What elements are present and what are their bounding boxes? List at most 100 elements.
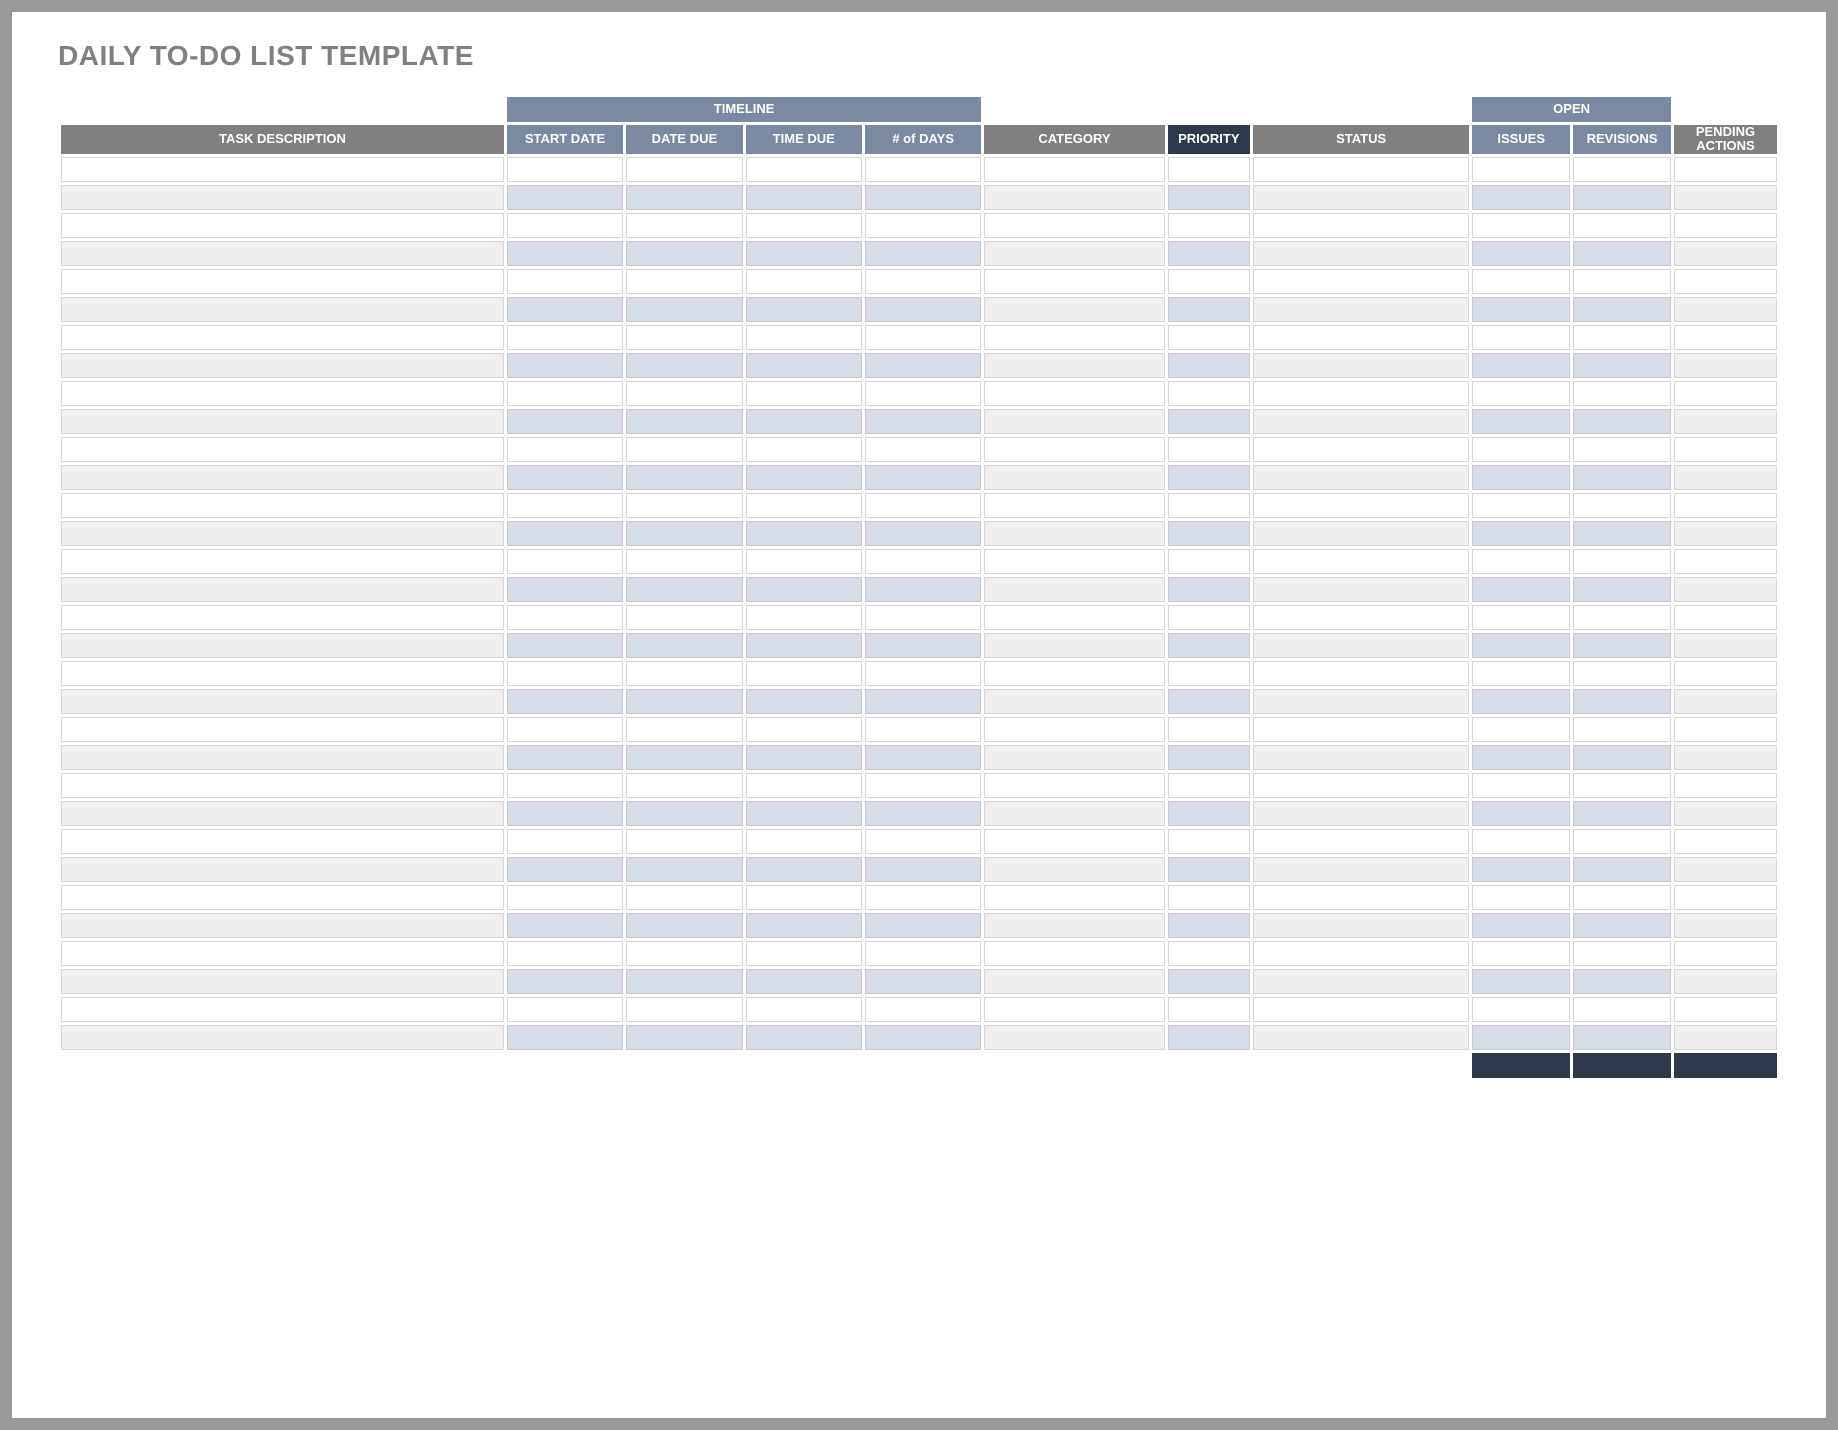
cell[interactable] (1168, 605, 1250, 630)
cell[interactable] (984, 465, 1164, 490)
cell[interactable] (507, 577, 623, 602)
cell[interactable] (984, 745, 1164, 770)
cell[interactable] (1573, 997, 1671, 1022)
cell[interactable] (865, 409, 981, 434)
cell[interactable] (626, 465, 742, 490)
cell[interactable] (1253, 885, 1469, 910)
cell[interactable] (865, 549, 981, 574)
cell[interactable] (984, 437, 1164, 462)
cell[interactable] (746, 409, 862, 434)
cell[interactable] (1168, 297, 1250, 322)
cell[interactable] (1253, 437, 1469, 462)
cell[interactable] (626, 325, 742, 350)
cell[interactable] (1573, 269, 1671, 294)
cell[interactable] (507, 353, 623, 378)
cell[interactable] (1674, 717, 1777, 742)
cell[interactable] (507, 269, 623, 294)
cell[interactable] (507, 745, 623, 770)
cell[interactable] (626, 577, 742, 602)
cell[interactable] (507, 521, 623, 546)
cell[interactable] (1674, 857, 1777, 882)
cell[interactable] (61, 857, 504, 882)
cell[interactable] (1168, 633, 1250, 658)
cell[interactable] (865, 717, 981, 742)
cell[interactable] (61, 745, 504, 770)
cell[interactable] (61, 297, 504, 322)
cell[interactable] (865, 829, 981, 854)
cell[interactable] (507, 857, 623, 882)
cell[interactable] (1674, 941, 1777, 966)
cell[interactable] (1168, 577, 1250, 602)
cell[interactable] (1674, 297, 1777, 322)
cell[interactable] (1674, 437, 1777, 462)
cell[interactable] (507, 297, 623, 322)
cell[interactable] (1674, 605, 1777, 630)
cell[interactable] (865, 521, 981, 546)
cell[interactable] (626, 913, 742, 938)
cell[interactable] (1674, 241, 1777, 266)
cell[interactable] (61, 661, 504, 686)
cell[interactable] (984, 885, 1164, 910)
cell[interactable] (1253, 745, 1469, 770)
cell[interactable] (1573, 549, 1671, 574)
cell[interactable] (984, 689, 1164, 714)
cell[interactable] (61, 521, 504, 546)
cell[interactable] (865, 885, 981, 910)
cell[interactable] (507, 689, 623, 714)
cell[interactable] (865, 325, 981, 350)
cell[interactable] (1472, 1025, 1570, 1050)
cell[interactable] (61, 689, 504, 714)
cell[interactable] (1472, 829, 1570, 854)
cell[interactable] (507, 157, 623, 182)
cell[interactable] (984, 241, 1164, 266)
cell[interactable] (984, 857, 1164, 882)
cell[interactable] (1472, 913, 1570, 938)
cell[interactable] (1674, 157, 1777, 182)
cell[interactable] (1674, 661, 1777, 686)
cell[interactable] (61, 465, 504, 490)
cell[interactable] (865, 661, 981, 686)
cell[interactable] (1472, 493, 1570, 518)
cell[interactable] (1472, 325, 1570, 350)
cell[interactable] (61, 381, 504, 406)
cell[interactable] (1573, 969, 1671, 994)
cell[interactable] (1472, 185, 1570, 210)
cell[interactable] (746, 381, 862, 406)
cell[interactable] (507, 997, 623, 1022)
cell[interactable] (984, 913, 1164, 938)
cell[interactable] (1168, 409, 1250, 434)
cell[interactable] (626, 353, 742, 378)
cell[interactable] (626, 241, 742, 266)
cell[interactable] (61, 969, 504, 994)
cell[interactable] (1674, 745, 1777, 770)
cell[interactable] (1253, 829, 1469, 854)
cell[interactable] (1168, 801, 1250, 826)
cell[interactable] (746, 353, 862, 378)
cell[interactable] (1168, 857, 1250, 882)
cell[interactable] (984, 829, 1164, 854)
cell[interactable] (1168, 997, 1250, 1022)
cell[interactable] (984, 549, 1164, 574)
cell[interactable] (865, 913, 981, 938)
cell[interactable] (1573, 521, 1671, 546)
cell[interactable] (746, 941, 862, 966)
cell[interactable] (1573, 1025, 1671, 1050)
cell[interactable] (61, 185, 504, 210)
cell[interactable] (1674, 409, 1777, 434)
cell[interactable] (61, 437, 504, 462)
cell[interactable] (507, 801, 623, 826)
cell[interactable] (865, 577, 981, 602)
cell[interactable] (507, 381, 623, 406)
cell[interactable] (626, 969, 742, 994)
cell[interactable] (1573, 465, 1671, 490)
cell[interactable] (1472, 353, 1570, 378)
cell[interactable] (1253, 1025, 1469, 1050)
cell[interactable] (1168, 913, 1250, 938)
cell[interactable] (1674, 577, 1777, 602)
cell[interactable] (1253, 633, 1469, 658)
cell[interactable] (1253, 801, 1469, 826)
cell[interactable] (626, 437, 742, 462)
cell[interactable] (626, 689, 742, 714)
cell[interactable] (1168, 185, 1250, 210)
cell[interactable] (1253, 353, 1469, 378)
